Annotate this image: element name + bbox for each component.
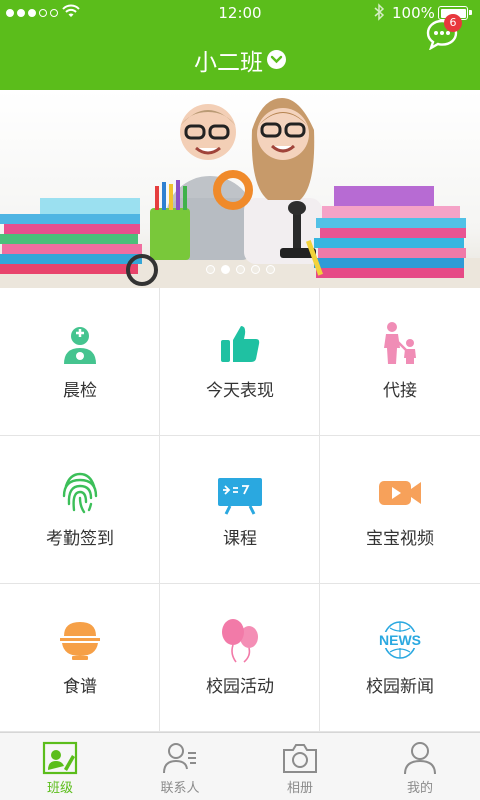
grid-item-today-performance[interactable]: 今天表现 <box>160 288 320 436</box>
feature-grid: 晨检 今天表现 代接 考勤签到 课程 宝宝视频 食谱 校园活动 NEWS 校园新… <box>0 288 480 732</box>
grid-item-campus-news[interactable]: NEWS 校园新闻 <box>320 584 480 732</box>
grid-item-label: 晨检 <box>63 381 97 401</box>
grid-item-courses[interactable]: 课程 <box>160 436 320 584</box>
class-title[interactable]: 小二班 <box>194 50 263 76</box>
tab-label: 我的 <box>406 781 433 796</box>
rice-bowl-icon <box>60 622 100 660</box>
grid-item-baby-video[interactable]: 宝宝视频 <box>320 436 480 584</box>
grid-item-proxy-pickup[interactable]: 代接 <box>320 288 480 436</box>
grid-item-campus-activities[interactable]: 校园活动 <box>160 584 320 732</box>
tab-label: 班级 <box>46 781 73 796</box>
grid-item-morning-check[interactable]: 晨检 <box>0 288 160 436</box>
news-globe-icon: NEWS <box>376 621 424 659</box>
profile-icon <box>404 742 436 775</box>
blackboard-icon <box>218 478 262 515</box>
nav-bar: 小二班 <box>0 26 480 90</box>
status-bar: 12:00 100% <box>0 0 480 26</box>
tab-class[interactable]: 班级 <box>0 733 120 800</box>
bluetooth-icon <box>374 3 385 21</box>
parent-child-icon <box>384 322 416 364</box>
video-camera-icon <box>379 481 421 505</box>
grid-item-label: 代接 <box>383 381 417 401</box>
grid-item-label: 食谱 <box>63 677 97 697</box>
tab-contacts[interactable]: 联系人 <box>120 733 240 800</box>
grid-item-label: 宝宝视频 <box>366 529 434 549</box>
svg-text:NEWS: NEWS <box>379 632 421 648</box>
grid-item-label: 今天表现 <box>206 381 274 401</box>
banner-pager-dot[interactable] <box>220 265 230 274</box>
banner-pager-dot[interactable] <box>265 265 275 274</box>
banner-pager[interactable] <box>0 265 480 274</box>
banner-pager-dot[interactable] <box>250 265 260 274</box>
banner-image <box>0 98 480 288</box>
bottom-tab-bar: 班级 联系人 相册 我的 <box>0 732 480 800</box>
grid-item-label: 校园新闻 <box>366 677 434 697</box>
tab-album[interactable]: 相册 <box>240 733 360 800</box>
class-switch-chevron-icon[interactable] <box>267 49 286 69</box>
grid-item-menu[interactable]: 食谱 <box>0 584 160 732</box>
message-count-badge: 6 <box>444 14 462 32</box>
grid-item-label: 校园活动 <box>206 677 274 697</box>
thumbs-up-icon <box>221 326 260 362</box>
grid-item-label: 考勤签到 <box>46 529 114 549</box>
banner-pager-dot[interactable] <box>235 265 245 274</box>
banner-pager-dot[interactable] <box>205 265 215 274</box>
fingerprint-icon <box>62 472 98 514</box>
tab-label: 联系人 <box>160 781 200 796</box>
grid-item-attendance[interactable]: 考勤签到 <box>0 436 160 584</box>
banner-carousel[interactable] <box>0 90 480 288</box>
doctor-icon <box>64 327 96 364</box>
balloons-icon <box>222 619 258 663</box>
grid-item-label: 课程 <box>223 529 257 549</box>
class-icon <box>42 741 78 775</box>
camera-icon <box>283 744 317 773</box>
tab-label: 相册 <box>286 781 313 796</box>
contacts-icon <box>163 743 196 774</box>
tab-profile[interactable]: 我的 <box>360 733 480 800</box>
